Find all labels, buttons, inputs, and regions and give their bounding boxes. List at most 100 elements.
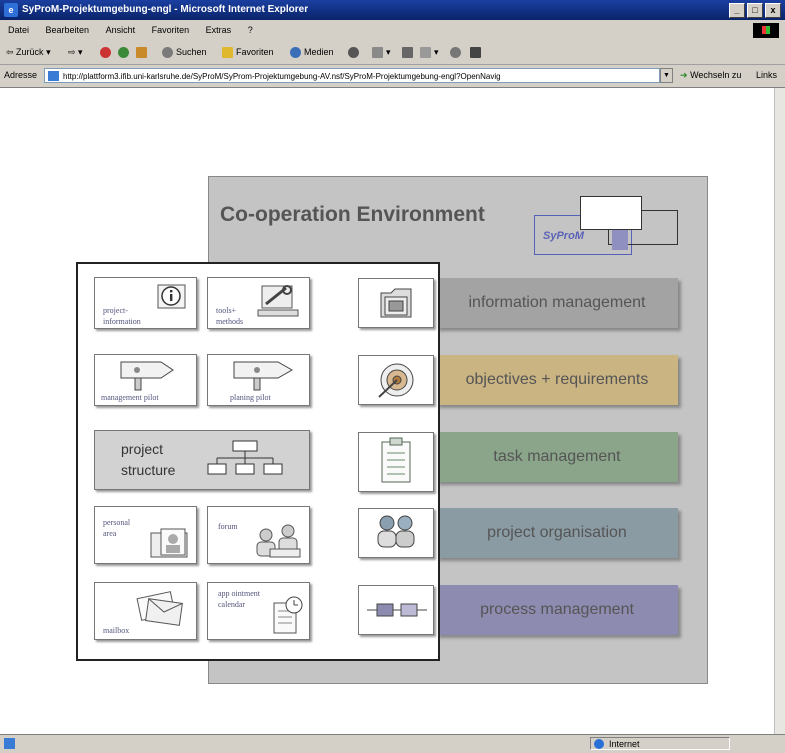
print-button[interactable] <box>402 44 416 60</box>
security-zone: Internet <box>590 737 730 750</box>
page-done-icon <box>4 738 15 749</box>
maximize-button[interactable]: □ <box>747 3 763 18</box>
org-chart-icon <box>207 440 283 475</box>
project-organisation-icon-tile[interactable] <box>358 508 434 558</box>
ie-logo-icon: e <box>4 3 18 17</box>
task-management-icon-tile[interactable] <box>358 432 434 492</box>
messenger-icon <box>470 47 481 59</box>
vertical-scrollbar[interactable] <box>774 88 785 734</box>
home-button[interactable] <box>136 44 150 60</box>
target-icon <box>378 363 414 398</box>
menu-favoriten[interactable]: Favoriten <box>152 25 190 35</box>
history-icon <box>348 47 359 59</box>
menu-help[interactable]: ? <box>248 25 253 35</box>
messenger-button[interactable] <box>470 44 484 60</box>
environment-title: Co-operation Environment <box>220 203 485 226</box>
tile-label: project structure <box>121 441 176 478</box>
media-button[interactable]: Medien <box>290 44 334 60</box>
home-icon <box>136 47 147 59</box>
go-button[interactable]: ➜ Wechseln zu <box>680 70 741 81</box>
address-dropdown-button[interactable]: ▼ <box>660 68 673 83</box>
forum-tile[interactable]: forum <box>207 506 310 564</box>
tile-label: tools+ methods <box>216 306 244 326</box>
discuss-button[interactable] <box>450 44 464 60</box>
file-folder-icon <box>380 288 412 318</box>
project-structure-tile[interactable]: project structure <box>94 430 310 490</box>
personal-area-tile[interactable]: personal area <box>94 506 197 564</box>
address-url: http://plattform3.ifib.uni-karlsruhe.de/… <box>63 72 501 81</box>
project-information-tile[interactable]: project- information <box>94 277 197 329</box>
history-button[interactable] <box>348 44 362 60</box>
address-label: Adresse <box>4 70 38 80</box>
menu-extras[interactable]: Extras <box>206 25 232 35</box>
tile-label: management pilot <box>101 393 159 402</box>
objectives-requirements-icon-tile[interactable] <box>358 355 434 405</box>
status-bar: Internet <box>0 734 785 753</box>
discuss-icon <box>450 47 461 59</box>
mail-button[interactable]: ▾ <box>372 44 391 60</box>
signpost-icon <box>233 361 294 391</box>
favorites-icon <box>222 47 233 59</box>
forum-people-icon <box>256 524 301 558</box>
process-management-bar[interactable]: process management <box>436 585 678 635</box>
tile-label: personal area <box>103 518 131 538</box>
go-arrow-icon: ➜ <box>680 70 688 80</box>
minimize-button[interactable]: _ <box>729 3 745 18</box>
menu-datei[interactable]: Datei <box>8 25 29 35</box>
address-bar: Adresse http://plattform3.ifib.uni-karls… <box>0 65 785 88</box>
process-management-icon-tile[interactable] <box>358 585 434 635</box>
information-management-icon-tile[interactable] <box>358 278 434 328</box>
refresh-button[interactable] <box>118 44 132 60</box>
personal-folder-icon <box>150 528 188 558</box>
envelope-icon <box>136 591 183 626</box>
mail-icon <box>372 47 383 59</box>
tile-label: planing pilot <box>230 393 271 402</box>
favorites-button[interactable]: Favoriten <box>222 44 274 60</box>
syprom-logo-shape <box>580 196 642 230</box>
signpost-icon <box>120 361 174 391</box>
tools-methods-tile[interactable]: tools+ methods <box>207 277 310 329</box>
windows-logo-icon <box>753 23 779 38</box>
stop-icon <box>100 47 111 59</box>
information-management-bar[interactable]: information management <box>436 278 678 328</box>
back-arrow-icon: ⇦ <box>6 47 17 57</box>
links-button[interactable]: Links <box>756 70 777 80</box>
edit-button[interactable]: ▾ <box>420 44 439 60</box>
standard-toolbar: ⇦ Zurück ▾ ⇨ ▾ Suchen Favoriten Medien ▾… <box>0 40 785 65</box>
task-management-bar[interactable]: task management <box>436 432 678 482</box>
close-button[interactable]: x <box>765 3 781 18</box>
search-icon <box>162 47 173 59</box>
syprom-logo-shape <box>612 230 628 250</box>
menu-bearbeiten[interactable]: Bearbeiten <box>46 25 90 35</box>
search-button[interactable]: Suchen <box>162 44 207 60</box>
process-flow-icon <box>367 603 427 617</box>
back-button[interactable]: ⇦ Zurück ▾ <box>6 44 51 60</box>
objectives-requirements-bar[interactable]: objectives + requirements <box>436 355 678 405</box>
appointment-calendar-tile[interactable]: app ointment calendar <box>207 582 310 640</box>
stop-button[interactable] <box>100 44 114 60</box>
mailbox-tile[interactable]: mailbox <box>94 582 197 640</box>
page-icon <box>48 71 59 81</box>
project-organisation-bar[interactable]: project organisation <box>436 508 678 558</box>
planing-pilot-tile[interactable]: planing pilot <box>207 354 310 406</box>
menu-bar: Datei Bearbeiten Ansicht Favoriten Extra… <box>0 20 785 41</box>
globe-icon <box>594 739 604 749</box>
address-input[interactable]: http://plattform3.ifib.uni-karlsruhe.de/… <box>44 68 660 83</box>
edit-icon <box>420 47 431 59</box>
forward-button[interactable]: ⇨ ▾ <box>68 44 83 60</box>
tile-label: forum <box>218 522 238 531</box>
print-icon <box>402 47 413 59</box>
clipboard-checklist-icon <box>381 437 411 483</box>
refresh-icon <box>118 47 129 59</box>
media-icon <box>290 47 301 59</box>
forward-arrow-icon: ⇨ ▾ <box>68 47 83 57</box>
syprom-logo-text: SyProM <box>543 230 584 242</box>
tile-label: project- information <box>103 306 141 326</box>
zone-label: Internet <box>609 739 640 749</box>
management-pilot-tile[interactable]: management pilot <box>94 354 197 406</box>
menu-ansicht[interactable]: Ansicht <box>106 25 136 35</box>
team-people-icon <box>377 515 415 548</box>
tools-icon <box>257 285 299 317</box>
window-title: SyProM-Projektumgebung-engl - Microsoft … <box>22 4 309 15</box>
info-icon <box>157 284 186 309</box>
